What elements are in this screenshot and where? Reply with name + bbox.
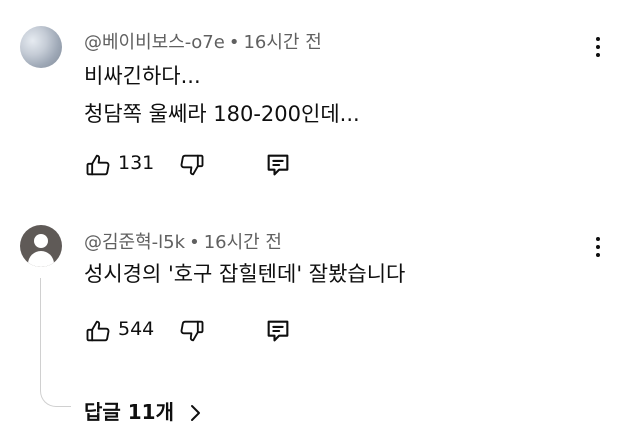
more-vertical-icon[interactable]	[590, 237, 606, 259]
comment-actions: 131	[84, 151, 344, 179]
thumb-up-icon[interactable]	[84, 317, 112, 345]
comment-meta: @베이비보스-o7e • 16시간 전	[84, 28, 322, 54]
comment-text-line-2: 청담쪽 울쎄라 180-200인데...	[84, 102, 360, 126]
comment-time[interactable]: 16시간 전	[204, 232, 282, 253]
avatar[interactable]	[20, 225, 62, 267]
avatar-head	[34, 234, 48, 248]
comment-author[interactable]: @베이비보스-o7e	[84, 32, 225, 53]
avatar-body	[28, 251, 54, 267]
comment-actions: 544	[84, 317, 344, 345]
comment-text-line-1: 성시경의 '호구 잡힐텐데' 잘봤습니다	[84, 262, 406, 286]
thread-connector-line	[40, 278, 71, 407]
replies-label: 답글 11개	[84, 400, 174, 424]
more-vertical-icon[interactable]	[590, 37, 606, 59]
comment-time[interactable]: 16시간 전	[243, 32, 321, 53]
comments-section: @베이비보스-o7e • 16시간 전 비싸긴하다... 청담쪽 울쎄라 180-2…	[0, 0, 640, 444]
comment-1: @베이비보스-o7e • 16시간 전 비싸긴하다... 청담쪽 울쎄라 180-2…	[0, 0, 640, 200]
thumb-down-icon[interactable]	[178, 317, 206, 345]
thumb-up-icon[interactable]	[84, 151, 112, 179]
comment-text-line-1: 비싸긴하다...	[84, 64, 201, 88]
comment-meta: @김준혁-l5k • 16시간 전	[84, 228, 282, 254]
avatar[interactable]	[20, 26, 62, 68]
thumb-down-icon[interactable]	[178, 151, 206, 179]
meta-separator: •	[228, 32, 240, 53]
view-replies-button[interactable]: 답글 11개	[84, 396, 201, 426]
comment-author[interactable]: @김준혁-l5k	[84, 232, 185, 253]
meta-separator: •	[189, 232, 200, 253]
reply-comment-icon[interactable]	[264, 317, 292, 345]
like-count: 131	[118, 152, 155, 174]
like-count: 544	[118, 318, 155, 340]
chevron-right-icon	[191, 404, 201, 421]
reply-comment-icon[interactable]	[264, 151, 292, 179]
